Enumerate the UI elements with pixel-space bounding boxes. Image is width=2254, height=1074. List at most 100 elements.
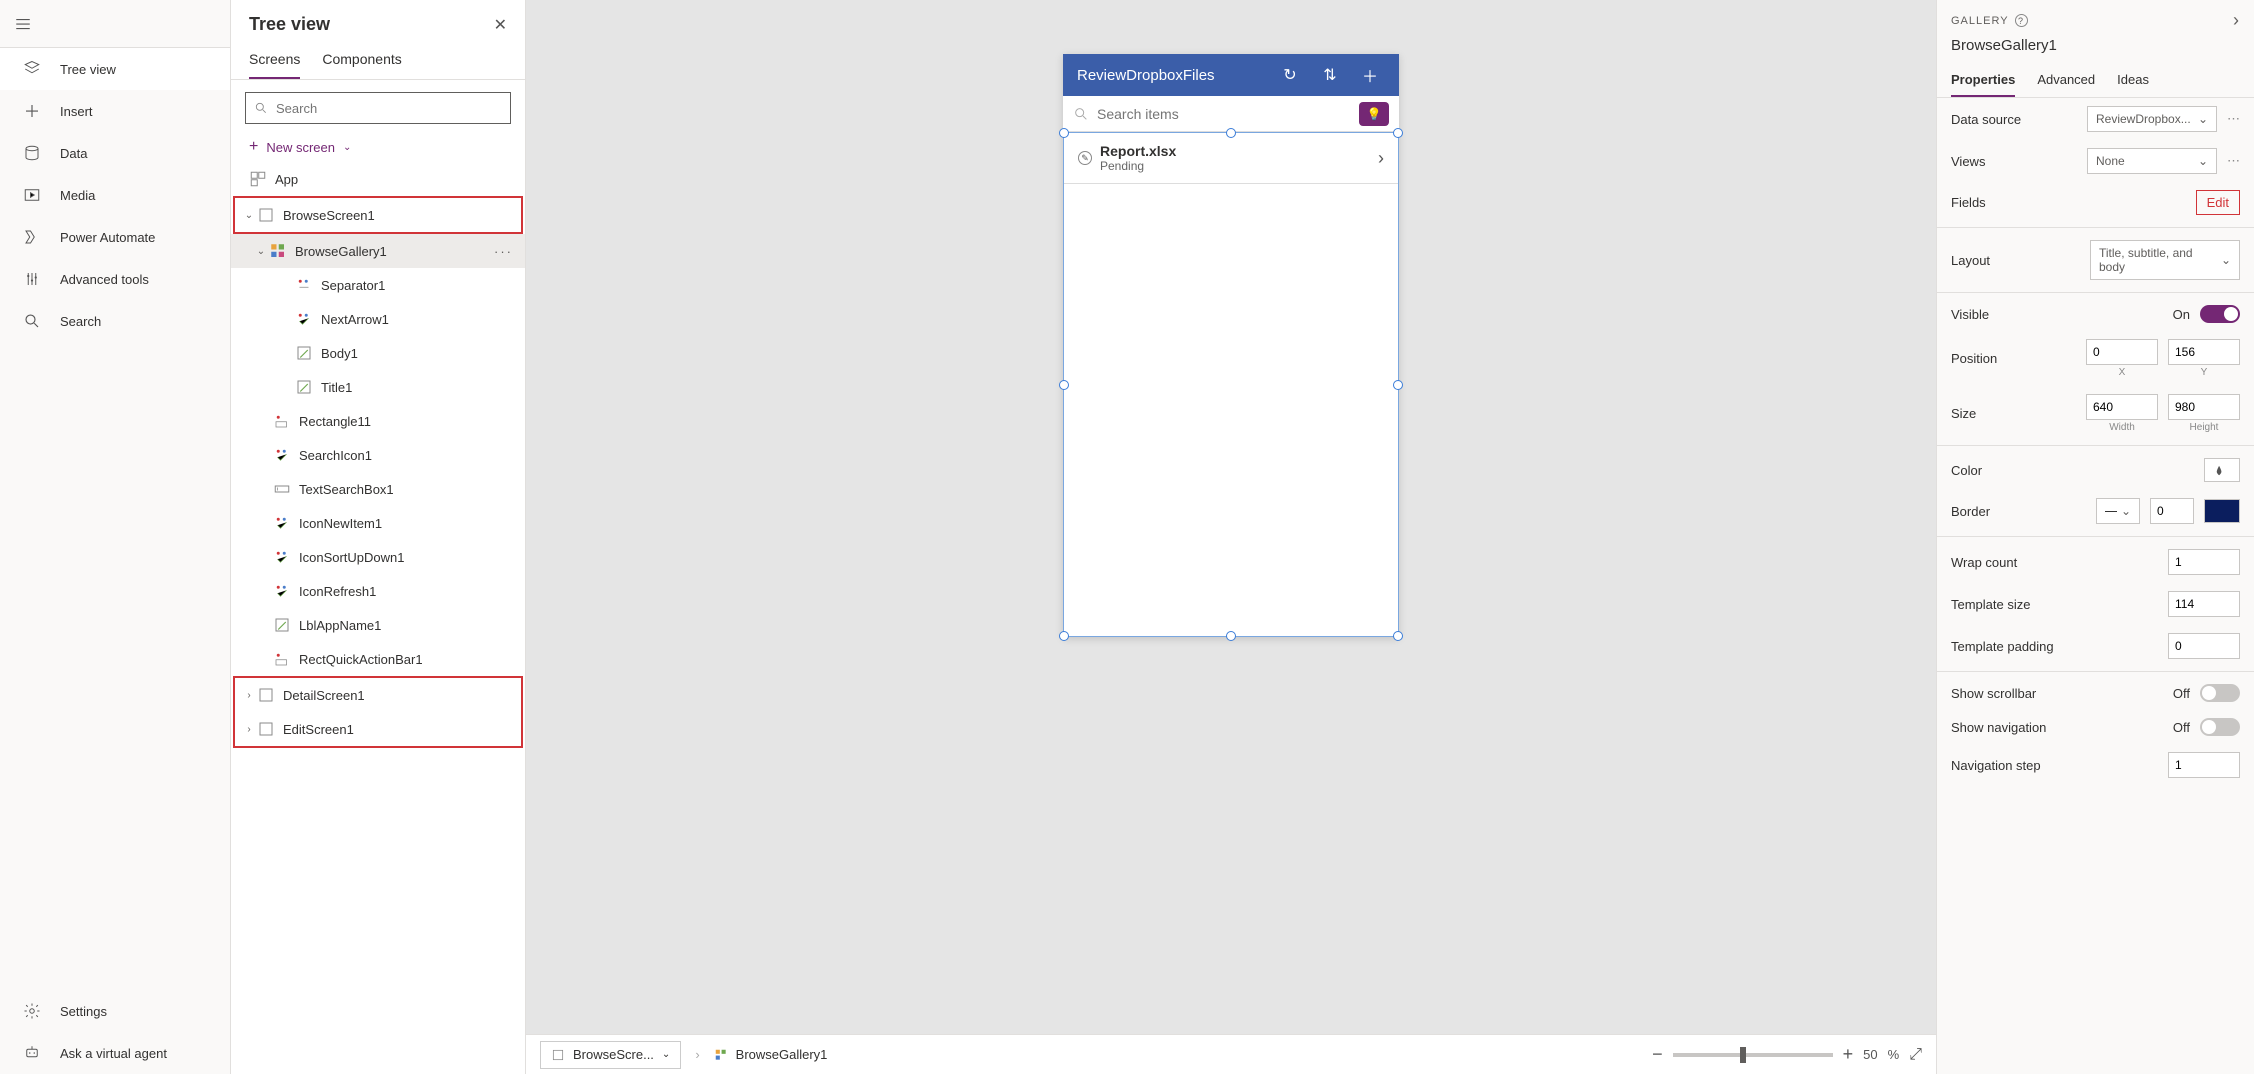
- template-padding-input[interactable]: [2168, 633, 2240, 659]
- tree-edit-screen[interactable]: › EditScreen1: [235, 712, 521, 746]
- position-y-input[interactable]: [2168, 339, 2240, 365]
- prop-label: Template size: [1951, 597, 2158, 612]
- edit-fields-button[interactable]: Edit: [2196, 190, 2240, 215]
- tree-node-label: DetailScreen1: [283, 688, 521, 703]
- size-height-input[interactable]: [2168, 394, 2240, 420]
- fit-screen-icon[interactable]: ⤢: [1909, 1046, 1922, 1064]
- nav-ask-agent[interactable]: Ask a virtual agent: [0, 1032, 230, 1074]
- resize-handle[interactable]: [1393, 631, 1403, 641]
- app-search-input[interactable]: [1097, 106, 1351, 122]
- nav-tree-view[interactable]: Tree view: [0, 48, 230, 90]
- visible-toggle[interactable]: [2200, 305, 2240, 323]
- tab-components[interactable]: Components: [322, 41, 401, 79]
- chevron-down-icon[interactable]: ⌄: [253, 246, 269, 257]
- navigation-toggle[interactable]: [2200, 718, 2240, 736]
- add-icon[interactable]: ＋: [1355, 63, 1385, 87]
- data-source-dropdown[interactable]: ReviewDropbox...⌄: [2087, 106, 2217, 132]
- tab-ideas[interactable]: Ideas: [2117, 64, 2149, 97]
- position-x-input[interactable]: [2086, 339, 2158, 365]
- tree-separator[interactable]: Separator1: [231, 268, 525, 302]
- tree-title[interactable]: Title1: [231, 370, 525, 404]
- breadcrumb-label: BrowseGallery1: [736, 1047, 828, 1062]
- nav-label: Advanced tools: [60, 272, 149, 287]
- views-dropdown[interactable]: None⌄: [2087, 148, 2217, 174]
- refresh-icon[interactable]: ↻: [1275, 65, 1305, 85]
- border-style-dropdown[interactable]: ⌄: [2096, 498, 2140, 524]
- prop-label: Visible: [1951, 307, 2163, 322]
- chevron-right-icon[interactable]: ›: [241, 690, 257, 701]
- gallery-selection[interactable]: ✎ Report.xlsx Pending ›: [1063, 132, 1399, 637]
- nav-power-automate[interactable]: Power Automate: [0, 216, 230, 258]
- chevron-right-icon[interactable]: ›: [241, 724, 257, 735]
- tab-advanced[interactable]: Advanced: [2037, 64, 2095, 97]
- navigation-step-input[interactable]: [2168, 752, 2240, 778]
- chevron-down-icon[interactable]: ⌄: [241, 210, 257, 221]
- nav-media[interactable]: Media: [0, 174, 230, 216]
- more-options-button[interactable]: ⋯: [2227, 111, 2240, 127]
- zoom-out-button[interactable]: −: [1652, 1044, 1663, 1065]
- tree-node-label: SearchIcon1: [299, 448, 525, 463]
- tree-rectquickaction[interactable]: RectQuickActionBar1: [231, 642, 525, 676]
- tab-properties[interactable]: Properties: [1951, 64, 2015, 97]
- resize-handle[interactable]: [1059, 128, 1069, 138]
- tree-iconsortupdown[interactable]: IconSortUpDown1: [231, 540, 525, 574]
- nav-data[interactable]: Data: [0, 132, 230, 174]
- zoom-slider[interactable]: [1673, 1053, 1833, 1057]
- template-size-input[interactable]: [2168, 591, 2240, 617]
- resize-handle[interactable]: [1059, 380, 1069, 390]
- edit-template-icon[interactable]: ✎: [1078, 151, 1092, 165]
- border-color-picker[interactable]: [2204, 499, 2240, 523]
- tree-nextarrow[interactable]: NextArrow1: [231, 302, 525, 336]
- tree-rectangle[interactable]: Rectangle11: [231, 404, 525, 438]
- zoom-in-button[interactable]: +: [1843, 1044, 1854, 1065]
- close-icon[interactable]: ✕: [494, 15, 507, 35]
- nav-settings[interactable]: Settings: [0, 990, 230, 1032]
- ideas-icon[interactable]: 💡: [1359, 102, 1389, 126]
- resize-handle[interactable]: [1393, 128, 1403, 138]
- screen-selector-dropdown[interactable]: BrowseScre... ⌄: [540, 1041, 681, 1069]
- prop-label: Wrap count: [1951, 555, 2158, 570]
- tree-textsearchbox[interactable]: TextSearchBox1: [231, 472, 525, 506]
- plus-icon: [22, 101, 42, 121]
- chevron-right-icon[interactable]: ›: [2233, 10, 2240, 31]
- wrap-count-input[interactable]: [2168, 549, 2240, 575]
- tree-iconnewitem[interactable]: IconNewItem1: [231, 506, 525, 540]
- resize-handle[interactable]: [1059, 631, 1069, 641]
- color-picker[interactable]: [2204, 458, 2240, 482]
- sort-icon[interactable]: ⇅: [1315, 65, 1345, 85]
- size-width-input[interactable]: [2086, 394, 2158, 420]
- layout-dropdown[interactable]: Title, subtitle, and body⌄: [2090, 240, 2240, 280]
- resize-handle[interactable]: [1226, 128, 1236, 138]
- hamburger-button[interactable]: [0, 0, 230, 48]
- nav-insert[interactable]: Insert: [0, 90, 230, 132]
- chevron-right-icon[interactable]: ›: [1378, 148, 1384, 169]
- tree-body[interactable]: Body1: [231, 336, 525, 370]
- axis-label: Height: [2190, 422, 2219, 433]
- prop-label: Show scrollbar: [1951, 686, 2163, 701]
- tree-iconrefresh[interactable]: IconRefresh1: [231, 574, 525, 608]
- breadcrumb-sep: ›: [695, 1047, 699, 1062]
- resize-handle[interactable]: [1226, 631, 1236, 641]
- border-width-input[interactable]: [2150, 498, 2194, 524]
- visible-state: On: [2173, 307, 2190, 322]
- resize-handle[interactable]: [1393, 380, 1403, 390]
- tree-search-box[interactable]: [245, 92, 511, 124]
- app-header: ReviewDropboxFiles ↻ ⇅ ＋: [1063, 54, 1399, 96]
- scrollbar-toggle[interactable]: [2200, 684, 2240, 702]
- tree-browse-gallery[interactable]: ⌄ BrowseGallery1 ···: [231, 234, 525, 268]
- gear-icon: [22, 1001, 42, 1021]
- more-options-button[interactable]: ···: [482, 244, 525, 259]
- nav-search[interactable]: Search: [0, 300, 230, 342]
- new-screen-button[interactable]: + New screen ⌄: [231, 132, 525, 162]
- tree-lblappname[interactable]: LblAppName1: [231, 608, 525, 642]
- tab-screens[interactable]: Screens: [249, 41, 300, 79]
- tree-searchicon[interactable]: SearchIcon1: [231, 438, 525, 472]
- tree-detail-screen[interactable]: › DetailScreen1: [235, 678, 521, 712]
- gallery-item[interactable]: ✎ Report.xlsx Pending ›: [1064, 133, 1398, 184]
- tree-browse-screen[interactable]: ⌄ BrowseScreen1: [235, 198, 521, 232]
- tree-app-node[interactable]: App: [231, 162, 525, 196]
- tree-search-input[interactable]: [276, 101, 502, 116]
- more-options-button[interactable]: ⋯: [2227, 153, 2240, 169]
- help-icon[interactable]: ?: [2015, 14, 2028, 27]
- nav-advanced-tools[interactable]: Advanced tools: [0, 258, 230, 300]
